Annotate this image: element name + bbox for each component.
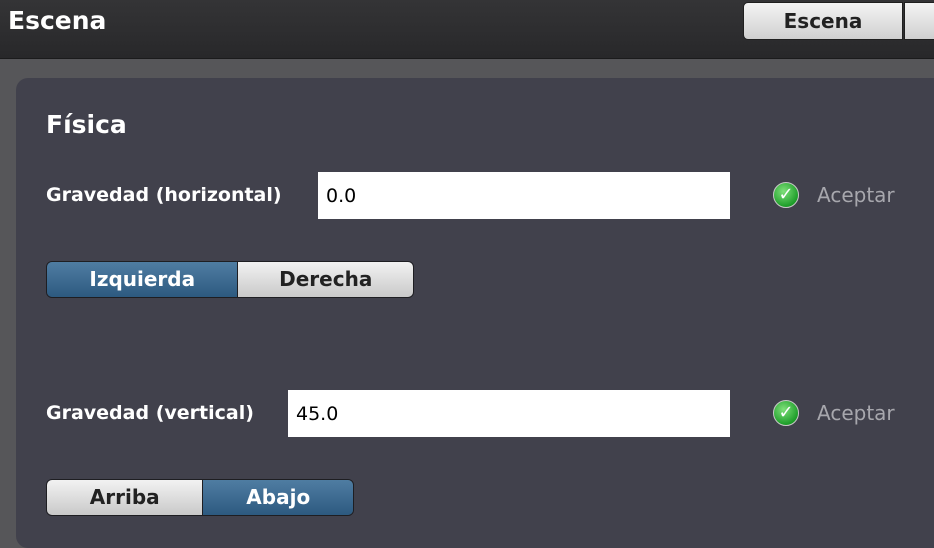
gravity-vertical-label: Gravedad (vertical) (46, 402, 254, 424)
gravity-horizontal-input[interactable] (318, 172, 730, 219)
title-bar: Escena Escena (0, 0, 934, 59)
tab-next[interactable] (904, 2, 934, 40)
horizontal-direction-toggle: Izquierda Derecha (46, 261, 414, 298)
check-circle-icon: ✓ (773, 182, 799, 208)
accept-horizontal-label: Aceptar (817, 183, 895, 207)
physics-panel (16, 78, 934, 548)
accept-vertical-button[interactable]: ✓ Aceptar (773, 400, 895, 426)
accept-vertical-label: Aceptar (817, 401, 895, 425)
section-title: Física (46, 110, 127, 139)
gravity-vertical-input[interactable] (288, 390, 730, 437)
arriba-button[interactable]: Arriba (47, 480, 203, 515)
abajo-button[interactable]: Abajo (202, 480, 353, 515)
vertical-direction-toggle: Arriba Abajo (46, 479, 354, 516)
accept-horizontal-button[interactable]: ✓ Aceptar (773, 182, 895, 208)
check-circle-icon: ✓ (773, 400, 799, 426)
derecha-button[interactable]: Derecha (237, 262, 413, 297)
tab-escena[interactable]: Escena (743, 2, 903, 40)
window-title: Escena (8, 6, 107, 35)
izquierda-button[interactable]: Izquierda (47, 262, 238, 297)
gravity-horizontal-label: Gravedad (horizontal) (46, 184, 282, 206)
